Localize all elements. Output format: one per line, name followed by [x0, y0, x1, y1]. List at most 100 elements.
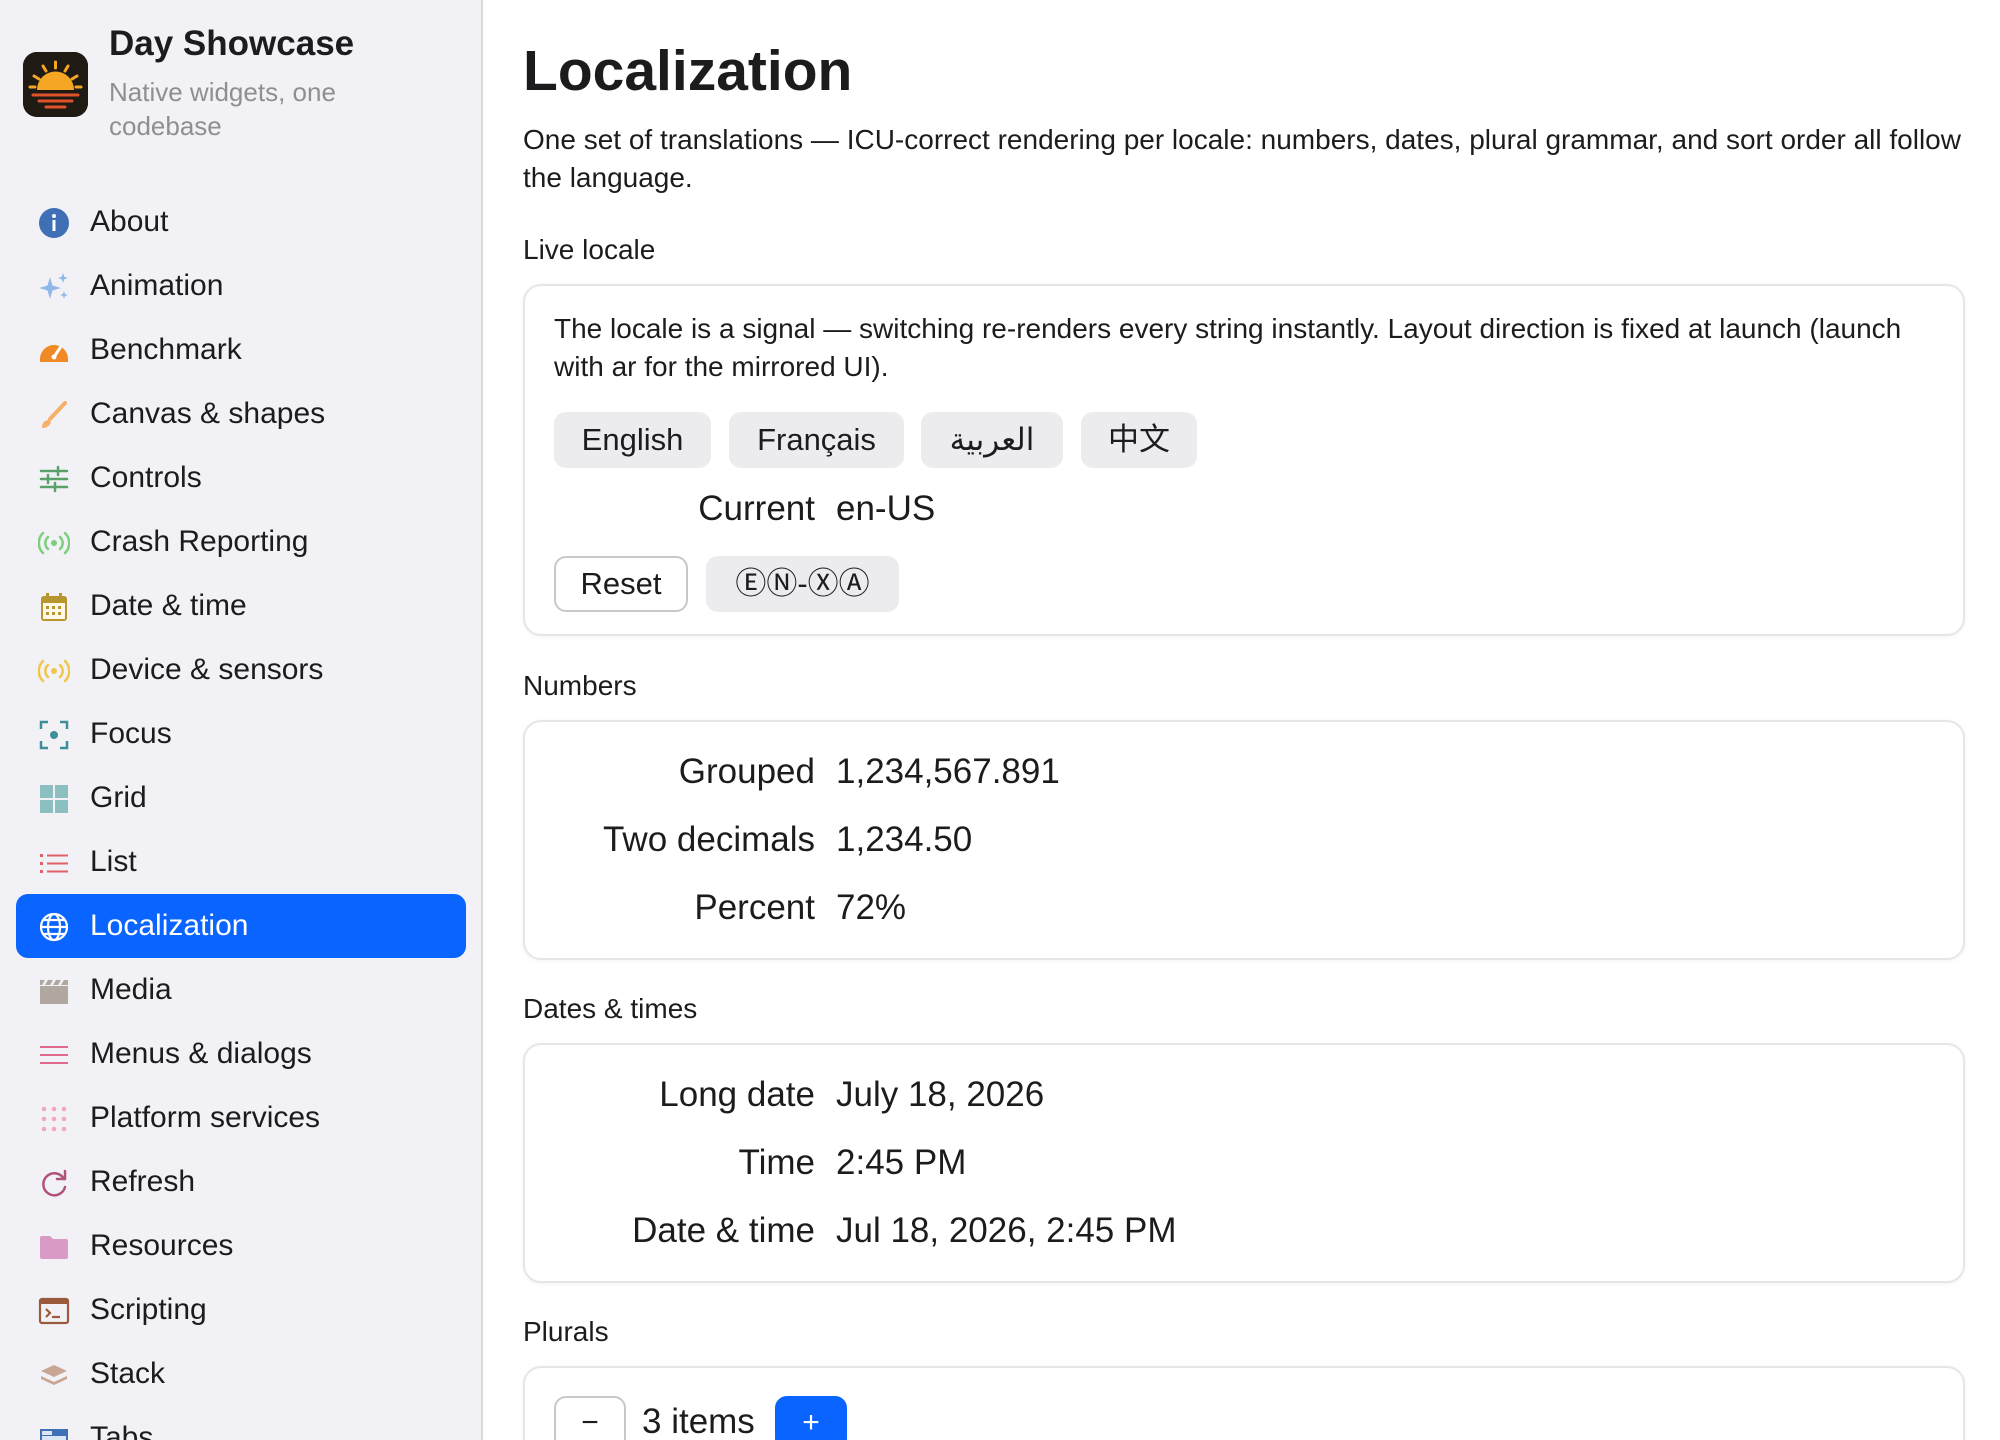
page-description: One set of translations — ICU-correct re…: [523, 124, 1961, 193]
app-subtitle: Native widgets, one codebase: [109, 77, 336, 141]
time-value: 2:45 PM: [836, 1143, 967, 1182]
sidebar-item-label: Scripting: [90, 1293, 207, 1326]
sidebar: Day Showcase Native widgets, one codebas…: [0, 0, 483, 1440]
refresh-icon: [38, 1167, 70, 1199]
app-header: Day Showcase Native widgets, one codebas…: [23, 24, 463, 149]
sidebar-item-label: Menus & dialogs: [90, 1037, 312, 1070]
language-button-arabic[interactable]: العربية: [921, 412, 1063, 468]
sidebar-item-date-time[interactable]: Date & time: [16, 574, 466, 638]
sidebar-item-label: Tabs: [90, 1421, 154, 1440]
reset-button[interactable]: Reset: [554, 556, 688, 612]
sidebar-item-media[interactable]: Media: [16, 958, 466, 1022]
sidebar-item-benchmark[interactable]: Benchmark: [16, 318, 466, 382]
sidebar-item-controls[interactable]: Controls: [16, 446, 466, 510]
layers-icon: [38, 1359, 70, 1391]
sidebar-item-platform-services[interactable]: Platform services: [16, 1086, 466, 1150]
menu-icon: [38, 1039, 70, 1071]
globe-icon: [38, 911, 70, 943]
paintbrush-icon: [38, 399, 70, 431]
folder-icon: [38, 1231, 70, 1263]
sidebar-item-label: Platform services: [90, 1101, 321, 1134]
percent-value: 72%: [836, 888, 907, 927]
current-locale-value: en-US: [836, 489, 936, 528]
sparkles-icon: [38, 271, 70, 303]
dates-card: Long date July 18, 2026 Time 2:45 PM Dat…: [523, 1043, 1965, 1283]
sidebar-item-label: Crash Reporting: [90, 525, 309, 558]
clapperboard-icon: [38, 975, 70, 1007]
speedometer-icon: [38, 335, 70, 367]
sidebar-item-stack[interactable]: Stack: [16, 1342, 466, 1406]
increment-button[interactable]: +: [775, 1396, 847, 1440]
page-title: Localization: [523, 39, 853, 103]
main-content: Localization One set of translations — I…: [485, 0, 2000, 1440]
sidebar-item-label: Benchmark: [90, 333, 242, 366]
language-button-french[interactable]: Français: [729, 412, 904, 468]
list-icon: [38, 847, 70, 879]
broadcast-icon: [38, 655, 70, 687]
language-button-english[interactable]: English: [554, 412, 711, 468]
long-date-label: Long date: [659, 1075, 815, 1114]
sidebar-item-label: Grid: [90, 781, 147, 814]
sidebar-item-canvas-shapes[interactable]: Canvas & shapes: [16, 382, 466, 446]
sidebar-item-label: Localization: [90, 909, 249, 942]
broadcast-icon: [38, 527, 70, 559]
grouped-value: 1,234,567.891: [836, 752, 1060, 791]
sidebar-item-label: Media: [90, 973, 172, 1006]
sidebar-item-list[interactable]: List: [16, 830, 466, 894]
sidebar-item-label: List: [90, 845, 137, 878]
language-button-chinese[interactable]: 中文: [1081, 412, 1197, 468]
live-locale-description: The locale is a signal — switching re-re…: [554, 313, 1902, 382]
time-label: Time: [738, 1143, 815, 1182]
sidebar-item-label: Stack: [90, 1357, 166, 1390]
sidebar-item-label: Focus: [90, 717, 172, 750]
tabs-icon: [38, 1423, 70, 1440]
numbers-card: Grouped 1,234,567.891 Two decimals 1,234…: [523, 720, 1965, 960]
sunrise-icon: [23, 52, 88, 117]
grid-icon: [38, 783, 70, 815]
sidebar-item-localization[interactable]: Localization: [16, 894, 466, 958]
sidebar-item-refresh[interactable]: Refresh: [16, 1150, 466, 1214]
sidebar-item-scripting[interactable]: Scripting: [16, 1278, 466, 1342]
plural-count-text: 3 items: [642, 1402, 755, 1440]
two-decimals-label: Two decimals: [602, 820, 815, 859]
section-label-plurals: Plurals: [523, 1316, 609, 1347]
plurals-card: − 3 items +: [523, 1366, 1965, 1440]
sidebar-item-label: Canvas & shapes: [90, 397, 326, 430]
sidebar-item-label: Date & time: [90, 589, 247, 622]
sidebar-item-animation[interactable]: Animation: [16, 254, 466, 318]
sidebar-item-label: Resources: [90, 1229, 234, 1262]
focus-icon: [38, 719, 70, 751]
info-icon: [38, 207, 70, 239]
app-title: Day Showcase: [109, 24, 355, 63]
sidebar-item-about[interactable]: About: [16, 190, 466, 254]
section-label-dates: Dates & times: [523, 993, 698, 1024]
live-locale-card: The locale is a signal — switching re-re…: [523, 284, 1965, 636]
terminal-icon: [38, 1295, 70, 1327]
sidebar-item-grid[interactable]: Grid: [16, 766, 466, 830]
long-date-value: July 18, 2026: [836, 1075, 1045, 1114]
sidebar-nav: About Animation Benchmark Canvas & shape…: [16, 190, 466, 1440]
sidebar-item-menus-dialogs[interactable]: Menus & dialogs: [16, 1022, 466, 1086]
sidebar-item-tabs[interactable]: Tabs: [16, 1406, 466, 1440]
percent-label: Percent: [694, 888, 815, 927]
sliders-icon: [38, 463, 70, 495]
decrement-button[interactable]: −: [554, 1396, 626, 1440]
dots-grid-icon: [38, 1103, 70, 1135]
section-label-numbers: Numbers: [523, 670, 637, 701]
sidebar-item-label: Controls: [90, 461, 202, 494]
calendar-icon: [38, 591, 70, 623]
section-label-live-locale: Live locale: [523, 234, 656, 265]
sidebar-item-focus[interactable]: Focus: [16, 702, 466, 766]
two-decimals-value: 1,234.50: [836, 820, 973, 859]
pseudo-locale-button[interactable]: ⒺⓃ-ⓍⒶ: [706, 556, 899, 612]
sidebar-item-resources[interactable]: Resources: [16, 1214, 466, 1278]
sidebar-item-crash-reporting[interactable]: Crash Reporting: [16, 510, 466, 574]
sidebar-item-label: Animation: [90, 269, 224, 302]
date-time-value: Jul 18, 2026, 2:45 PM: [836, 1211, 1177, 1250]
sidebar-item-label: About: [90, 205, 169, 238]
sidebar-item-label: Refresh: [90, 1165, 196, 1198]
current-locale-label: Current: [698, 489, 815, 528]
sidebar-item-label: Device & sensors: [90, 653, 324, 686]
sidebar-item-device-sensors[interactable]: Device & sensors: [16, 638, 466, 702]
date-time-label: Date & time: [632, 1211, 815, 1250]
